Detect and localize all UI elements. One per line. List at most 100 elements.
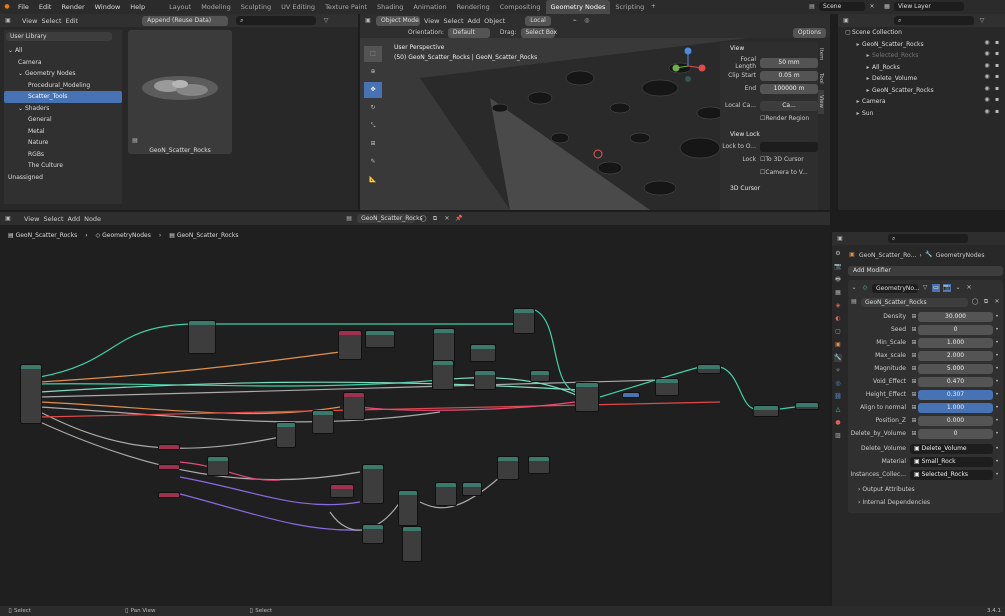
param-value-field[interactable]: 1.000 bbox=[918, 337, 993, 348]
3d-viewport[interactable]: ▣ Object Mode View Select Add Object Loc… bbox=[360, 14, 830, 210]
attribute-toggle-icon[interactable]: ⊞ bbox=[910, 313, 918, 321]
scene-tab-icon[interactable]: ◈ bbox=[834, 302, 842, 310]
world-tab-icon[interactable]: ◐ bbox=[834, 315, 842, 323]
render-camera-icon[interactable]: ▪ bbox=[993, 73, 1001, 81]
outliner-item[interactable]: ▸ GeoN_Scatter_Rocks ◉ ▪ bbox=[838, 85, 1005, 97]
visibility-eye-icon[interactable]: ◉ bbox=[983, 73, 991, 81]
select-box-tool-icon[interactable]: ⬚ bbox=[364, 46, 382, 62]
param-value-field[interactable]: 0 bbox=[918, 428, 993, 439]
node[interactable] bbox=[470, 344, 496, 362]
node[interactable] bbox=[402, 526, 422, 562]
output-attributes-subpanel[interactable]: › Output Attributes bbox=[850, 483, 1001, 496]
param-value-field[interactable]: 30.000 bbox=[918, 311, 993, 322]
asset-menu-select[interactable]: Select bbox=[41, 17, 61, 25]
cursor-tool-icon[interactable]: ⊕ bbox=[364, 64, 382, 80]
tab-shading[interactable]: Shading bbox=[372, 0, 408, 14]
menu-render[interactable]: Render bbox=[56, 0, 89, 14]
menu-edit[interactable]: Edit bbox=[34, 0, 57, 14]
tab-uv-editing[interactable]: UV Editing bbox=[276, 0, 320, 14]
material-tab-icon[interactable]: ● bbox=[834, 419, 842, 427]
view-lock-section-title[interactable]: View Lock bbox=[720, 125, 818, 140]
rotate-tool-icon[interactable]: ↻ bbox=[364, 100, 382, 116]
filter-icon[interactable]: ▽ bbox=[978, 17, 986, 25]
lock-to-object-field[interactable] bbox=[760, 141, 818, 152]
n-tab-item[interactable]: Item bbox=[818, 42, 824, 66]
annotate-tool-icon[interactable]: ✎ bbox=[364, 154, 382, 170]
node[interactable] bbox=[432, 360, 454, 390]
node[interactable] bbox=[20, 364, 42, 424]
proportional-icon[interactable]: ◎ bbox=[583, 17, 591, 25]
attribute-toggle-icon[interactable]: ⊞ bbox=[910, 391, 918, 399]
transform-tool-icon[interactable]: ⊞ bbox=[364, 136, 382, 152]
visibility-eye-icon[interactable]: ◉ bbox=[983, 39, 991, 47]
attribute-toggle-icon[interactable]: ⊞ bbox=[910, 365, 918, 373]
keyframe-icon[interactable]: • bbox=[993, 339, 1001, 347]
node[interactable] bbox=[362, 464, 384, 504]
node[interactable] bbox=[312, 410, 334, 434]
menu-file[interactable]: File bbox=[13, 0, 34, 14]
visibility-eye-icon[interactable]: ◉ bbox=[983, 96, 991, 104]
node[interactable] bbox=[276, 422, 296, 448]
editor-type-icon[interactable]: ▣ bbox=[364, 17, 372, 25]
constraints-tab-icon[interactable]: ⛓ bbox=[834, 393, 842, 401]
close-icon[interactable]: ✕ bbox=[868, 3, 876, 11]
editmode-toggle-icon[interactable]: ▽ bbox=[921, 284, 929, 292]
add-modifier-button[interactable]: Add Modifier bbox=[848, 266, 1003, 276]
keyframe-icon[interactable]: • bbox=[993, 352, 1001, 360]
navigation-gizmo[interactable] bbox=[670, 46, 706, 84]
object-field[interactable]: ▣ Selected_Rocks bbox=[910, 469, 993, 480]
clip-end-field[interactable]: 100000 m bbox=[760, 83, 818, 94]
viewport-menu-view[interactable]: View bbox=[424, 17, 439, 25]
tab-texture-paint[interactable]: Texture Paint bbox=[320, 0, 372, 14]
viewport-menu-object[interactable]: Object bbox=[484, 17, 505, 25]
node[interactable] bbox=[513, 308, 535, 334]
collection-tab-icon[interactable]: ▢ bbox=[834, 328, 842, 336]
keyframe-icon[interactable]: • bbox=[993, 391, 1001, 399]
remove-modifier-icon[interactable]: ✕ bbox=[965, 284, 973, 292]
keyframe-icon[interactable]: • bbox=[993, 458, 1001, 466]
render-toggle-icon[interactable]: 📷 bbox=[943, 284, 951, 292]
dropdown-icon[interactable]: ⌄ bbox=[954, 284, 962, 292]
duplicate-icon[interactable]: ⧉ bbox=[982, 298, 990, 306]
menu-window[interactable]: Window bbox=[90, 0, 126, 14]
catalog-item[interactable]: Camera bbox=[4, 57, 122, 69]
data-tab-icon[interactable]: △ bbox=[834, 406, 842, 414]
object-field[interactable]: ▣ Delete_Volume bbox=[910, 443, 993, 454]
node[interactable] bbox=[398, 490, 418, 526]
3d-cursor-section-title[interactable]: 3D Cursor bbox=[720, 179, 818, 192]
node[interactable] bbox=[207, 456, 229, 476]
catalog-item[interactable]: Nature bbox=[4, 137, 122, 149]
tab-sculpting[interactable]: Sculpting bbox=[236, 0, 276, 14]
view-section-title[interactable]: View bbox=[720, 42, 818, 52]
node[interactable] bbox=[474, 370, 496, 390]
node[interactable] bbox=[343, 392, 365, 420]
node[interactable] bbox=[697, 364, 721, 374]
internal-dependencies-subpanel[interactable]: › Internal Dependencies bbox=[850, 496, 1001, 509]
move-tool-icon[interactable]: ✥ bbox=[364, 82, 382, 98]
attribute-toggle-icon[interactable]: ⊞ bbox=[910, 339, 918, 347]
n-tab-tool[interactable]: Tool bbox=[818, 66, 824, 90]
object-field[interactable]: ▣ Small_Rock bbox=[910, 456, 993, 467]
visibility-eye-icon[interactable]: ◉ bbox=[983, 50, 991, 58]
param-value-field[interactable]: 0.000 bbox=[918, 415, 993, 426]
outliner-item[interactable]: ▸ All_Rocks ◉ ▪ bbox=[838, 62, 1005, 74]
drag-dropdown[interactable]: Select Box bbox=[520, 27, 557, 38]
node[interactable] bbox=[158, 444, 180, 450]
tab-compositing[interactable]: Compositing bbox=[495, 0, 546, 14]
particles-tab-icon[interactable]: ✧ bbox=[834, 367, 842, 375]
keyframe-icon[interactable]: • bbox=[993, 365, 1001, 373]
tab-layout[interactable]: Layout bbox=[164, 0, 196, 14]
attribute-toggle-icon[interactable]: ⊞ bbox=[910, 352, 918, 360]
editor-type-icon[interactable]: ▣ bbox=[836, 235, 844, 243]
n-tab-view[interactable]: View bbox=[818, 90, 824, 114]
viewport-menu-add[interactable]: Add bbox=[468, 17, 481, 25]
catalog-item[interactable]: Unassigned bbox=[4, 172, 122, 184]
param-value-field[interactable]: 0.307 bbox=[918, 389, 993, 400]
node[interactable] bbox=[622, 392, 640, 398]
catalog-item[interactable]: General bbox=[4, 114, 122, 126]
node[interactable] bbox=[497, 456, 519, 480]
outliner-item[interactable]: ▸ GeoN_Scatter_Rocks ◉ ▪ bbox=[838, 39, 1005, 51]
visibility-eye-icon[interactable]: ◉ bbox=[983, 85, 991, 93]
scale-tool-icon[interactable]: ⤡ bbox=[364, 118, 382, 134]
render-camera-icon[interactable]: ▪ bbox=[993, 50, 1001, 58]
